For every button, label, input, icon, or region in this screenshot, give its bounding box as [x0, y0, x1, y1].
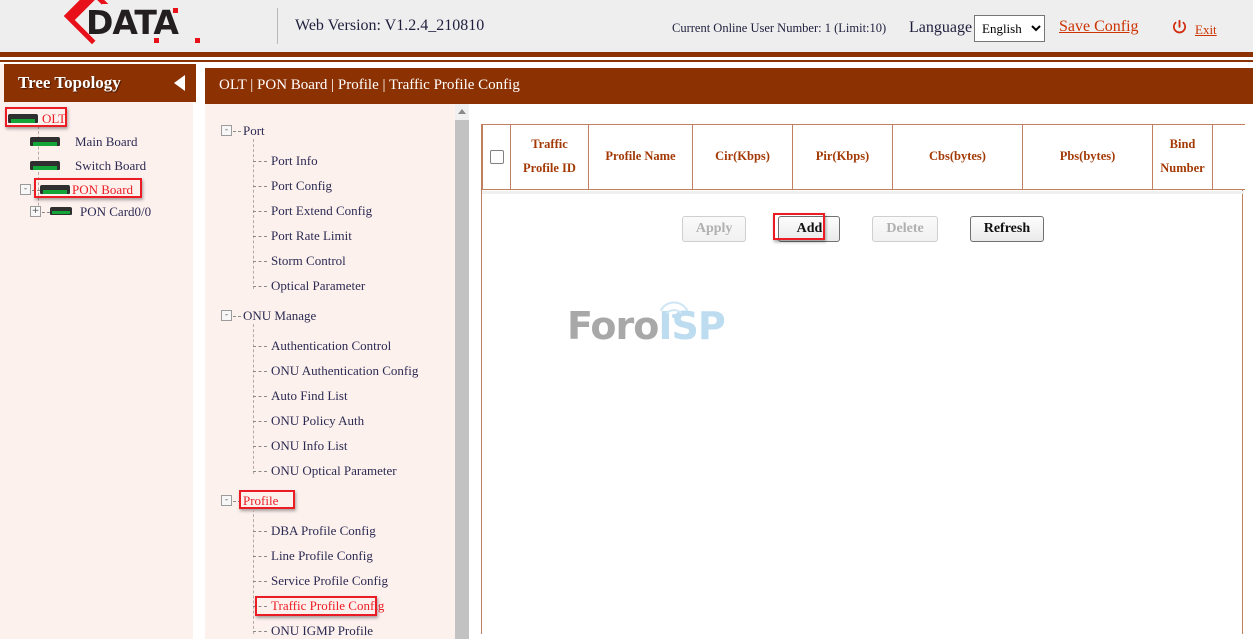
traffic-profile-table: Traffic Profile ID Profile Name Cir(Kbps… — [482, 124, 1245, 190]
menu-item-onu-info-list[interactable]: ONU Info List — [271, 438, 348, 454]
tree-node-label: PON Board — [72, 182, 133, 198]
col-line-1: Traffic — [531, 137, 568, 151]
menu-item-optical-parameter[interactable]: Optical Parameter — [271, 278, 365, 294]
column-header-pbs[interactable]: Pbs(bytes) — [1023, 125, 1153, 190]
menu-connector-onu — [233, 316, 241, 317]
column-header-spacer — [1213, 125, 1245, 190]
column-header-pir[interactable]: Pir(Kbps) — [793, 125, 893, 190]
menu-item-port-rate-limit[interactable]: Port Rate Limit — [271, 228, 352, 244]
web-version-label: Web Version: V1.2.4_210810 — [295, 17, 484, 35]
menu-item-onu-optical-parameter[interactable]: ONU Optical Parameter — [271, 463, 397, 479]
tree-expander-pon-board[interactable]: - — [20, 184, 31, 195]
menu-item-port-info[interactable]: Port Info — [271, 153, 318, 169]
select-all-cell[interactable] — [483, 125, 511, 190]
menu-item-storm-control[interactable]: Storm Control — [271, 253, 346, 269]
menu-expander-onu-manage[interactable]: - — [221, 310, 232, 321]
header-divider — [277, 8, 278, 44]
menu-item-port-config[interactable]: Port Config — [271, 178, 332, 194]
menu-item-auto-find-list[interactable]: Auto Find List — [271, 388, 348, 404]
collapse-left-arrow-icon[interactable] — [174, 75, 185, 91]
breadcrumb: OLT | PON Board | Profile | Traffic Prof… — [219, 77, 520, 94]
power-icon[interactable] — [1171, 19, 1188, 36]
menu-group-onu-manage[interactable]: ONU Manage — [243, 308, 316, 324]
cdata-logo: DATA — [66, 0, 216, 52]
logo-accent-dot-c — [173, 8, 178, 13]
app-header: DATA Web Version: V1.2.4_210810 Current … — [0, 0, 1253, 52]
content-frame: Traffic Profile ID Profile Name Cir(Kbps… — [481, 124, 1243, 634]
column-header-cir[interactable]: Cir(Kbps) — [693, 125, 793, 190]
tree-expander-pon-card[interactable]: + — [30, 206, 41, 217]
menu-connector-port — [233, 131, 241, 132]
col-line-2: Number — [1160, 161, 1204, 175]
menu-item-service-profile-config[interactable]: Service Profile Config — [271, 573, 388, 589]
menu-vline-profile — [253, 509, 254, 634]
tree-connector-h3 — [32, 190, 40, 191]
column-header-profile-name[interactable]: Profile Name — [589, 125, 693, 190]
tree-node-label: Main Board — [75, 134, 137, 150]
menu-expander-port[interactable]: - — [221, 125, 232, 136]
tree-topology-header: Tree Topology — [4, 64, 196, 102]
menu-item-onu-igmp-profile[interactable]: ONU IGMP Profile — [271, 623, 373, 639]
menu-item-onu-authentication-config[interactable]: ONU Authentication Config — [271, 363, 418, 379]
logo-wordmark: DATA — [86, 3, 178, 42]
feature-menu-panel: - Port Port Info Port Config Port Extend… — [205, 104, 467, 639]
menu-group-profile[interactable]: Profile — [243, 493, 278, 509]
delete-button[interactable]: Delete — [872, 216, 937, 242]
scroll-up-arrow-icon[interactable] — [455, 104, 469, 118]
refresh-button[interactable]: Refresh — [970, 216, 1044, 242]
header-rule-bottom — [0, 60, 1253, 62]
online-user-count: Current Online User Number: 1 (Limit:10) — [672, 21, 886, 36]
language-label: Language — [909, 19, 972, 37]
add-button[interactable]: Add — [778, 216, 840, 242]
column-header-cbs[interactable]: Cbs(bytes) — [893, 125, 1023, 190]
menu-group-port[interactable]: Port — [243, 123, 265, 139]
apply-button[interactable]: Apply — [682, 216, 747, 242]
wifi-signal-icon — [657, 296, 691, 318]
menu-item-port-extend-config[interactable]: Port Extend Config — [271, 203, 372, 219]
logo-accent-dot-a — [154, 38, 159, 43]
tree-topology-title: Tree Topology — [18, 73, 121, 93]
table-header-row: Traffic Profile ID Profile Name Cir(Kbps… — [483, 125, 1245, 190]
tree-node-label: PON Card0/0 — [80, 204, 151, 220]
table-bottom-rule — [482, 191, 1244, 194]
foroisp-watermark: ForoISP — [567, 304, 725, 348]
main-content-panel: Traffic Profile ID Profile Name Cir(Kbps… — [471, 104, 1253, 639]
menu-item-authentication-control[interactable]: Authentication Control — [271, 338, 391, 354]
menu-item-onu-policy-auth[interactable]: ONU Policy Auth — [271, 413, 364, 429]
menu-connector-profile — [233, 501, 241, 502]
menu-item-dba-profile-config[interactable]: DBA Profile Config — [271, 523, 376, 539]
logo-accent-dot-b — [195, 38, 200, 43]
action-button-row: Apply Add Delete Refresh — [482, 216, 1244, 242]
column-header-traffic-profile-id[interactable]: Traffic Profile ID — [511, 125, 589, 190]
menu-scrollbar[interactable] — [455, 104, 469, 639]
menu-item-line-profile-config[interactable]: Line Profile Config — [271, 548, 373, 564]
tree-node-label: Switch Board — [75, 158, 146, 174]
tree-node-label: OLT — [42, 111, 66, 127]
column-header-bind-number[interactable]: Bind Number — [1153, 125, 1213, 190]
header-rule-top — [0, 52, 1253, 57]
breadcrumb-bar: OLT | PON Board | Profile | Traffic Prof… — [205, 68, 1253, 104]
col-line-1: Bind — [1170, 137, 1196, 151]
watermark-text-foro: Foro — [567, 304, 658, 348]
exit-link[interactable]: Exit — [1195, 22, 1217, 38]
menu-expander-profile[interactable]: - — [221, 495, 232, 506]
col-line-2: Profile ID — [523, 161, 576, 175]
menu-scrollbar-thumb[interactable] — [455, 120, 469, 639]
checkbox-unchecked[interactable] — [490, 150, 504, 164]
tree-topology-panel: Tree Topology OLT Main Board Switch Boar… — [0, 64, 196, 639]
menu-item-traffic-profile-config[interactable]: Traffic Profile Config — [271, 598, 384, 614]
save-config-link[interactable]: Save Config — [1059, 18, 1139, 36]
tree-connector-h4 — [42, 212, 50, 213]
language-select[interactable]: English — [974, 15, 1045, 42]
